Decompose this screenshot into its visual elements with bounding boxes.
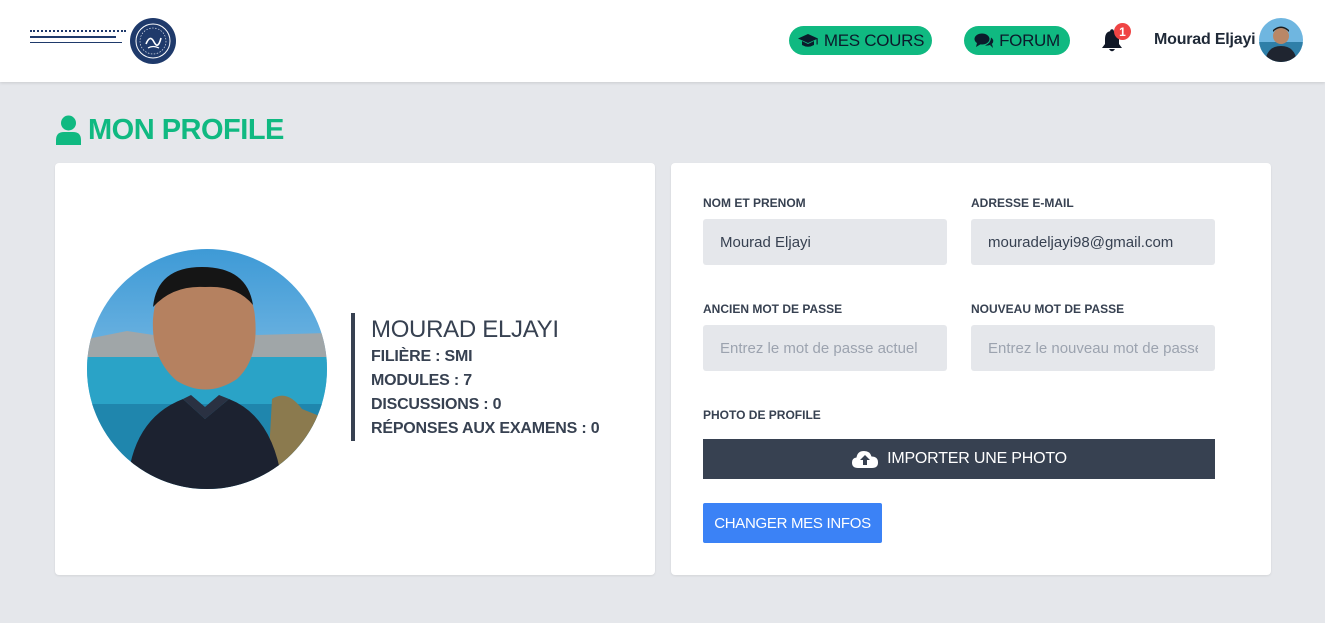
upload-photo-button[interactable]: IMPORTER UNE PHOTO (703, 439, 1215, 479)
upload-photo-label: IMPORTER UNE PHOTO (887, 450, 1067, 467)
profile-photo (87, 249, 327, 489)
graduation-cap-icon (797, 33, 818, 47)
profile-modules: MODULES : 7 (371, 372, 472, 389)
notification-count-badge: 1 (1114, 23, 1131, 40)
profile-edit-form: NOM ET PRENOM ADRESSE E-MAIL ANCIEN MOT … (671, 163, 1271, 575)
forum-label: FORUM (999, 30, 1060, 50)
logo-seal (130, 18, 176, 64)
logo-wordmark (30, 27, 126, 57)
email-field[interactable] (971, 219, 1215, 265)
profile-exam-answers: RÉPONSES AUX EXAMENS : 0 (371, 420, 600, 437)
new-password-field[interactable] (971, 325, 1215, 371)
old-password-field[interactable] (703, 325, 947, 371)
comments-icon (974, 33, 994, 48)
my-courses-button[interactable]: MES COURS (789, 26, 932, 55)
user-avatar[interactable] (1259, 18, 1303, 62)
current-user-name[interactable]: Mourad Eljayi (1154, 31, 1256, 49)
profile-stats: MOURAD ELJAYI FILIÈRE : SMI MODULES : 7 … (351, 313, 600, 441)
email-label: ADRESSE E-MAIL (971, 196, 1074, 210)
save-info-button[interactable]: CHANGER MES INFOS (703, 503, 882, 543)
page-title-text: MON PROFILE (88, 113, 284, 146)
old-password-label: ANCIEN MOT DE PASSE (703, 302, 843, 316)
cloud-upload-icon (852, 451, 879, 468)
name-label: NOM ET PRENOM (703, 196, 806, 210)
name-field[interactable] (703, 219, 947, 265)
profile-name: MOURAD ELJAYI (371, 316, 559, 343)
user-icon (56, 115, 81, 145)
my-courses-label: MES COURS (823, 30, 925, 50)
top-navbar: MES COURS FORUM 1 Mourad Eljayi (0, 0, 1325, 82)
forum-button[interactable]: FORUM (964, 26, 1070, 55)
page-title: MON PROFILE (55, 112, 284, 148)
faculty-logo[interactable] (30, 18, 176, 64)
profile-discussions: DISCUSSIONS : 0 (371, 396, 502, 413)
new-password-label: NOUVEAU MOT DE PASSE (971, 302, 1125, 316)
profile-summary-card: MOURAD ELJAYI FILIÈRE : SMI MODULES : 7 … (55, 163, 655, 575)
profile-filiere: FILIÈRE : SMI (371, 348, 473, 365)
photo-label: PHOTO DE PROFILE (703, 408, 821, 422)
